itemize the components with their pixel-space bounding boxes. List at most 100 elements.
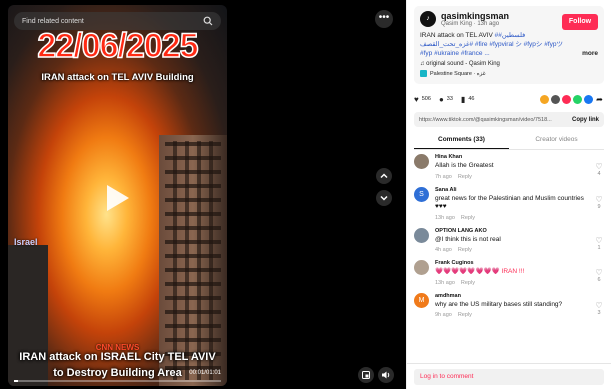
stats-row: ♥ 506 ● 33 ▮ 46 ➦ <box>414 94 604 104</box>
video-description: IRAN attack on TEL AVIV #فلسطين# غزه_تحت… <box>420 31 598 58</box>
pip-icon <box>362 371 370 379</box>
comment-body: Frank Cuginos 💗💗💗💗💗💗💗💗 IRAN !!! 13h ago R… <box>435 260 604 286</box>
mute-button[interactable] <box>378 367 394 383</box>
comment-item: S Sana Ali great news for the Palestinia… <box>414 186 604 221</box>
comment-stat[interactable]: ● 33 <box>439 95 453 104</box>
date-overlay: 22/06/2025 <box>37 26 200 66</box>
comment-body: Sana Ali great news for the Palestinian … <box>435 187 604 221</box>
tab-comments[interactable]: Comments (33) <box>414 133 509 149</box>
sound-label: original sound - Qasim King <box>426 61 500 67</box>
comment-like-button[interactable]: ♡ 1 <box>594 236 604 251</box>
share-arrow-icon[interactable]: ➦ <box>595 94 604 104</box>
comment-item: OPTION LANG AKO @I think this is not rea… <box>414 227 604 254</box>
progress-bar[interactable] <box>14 380 221 382</box>
headline-overlay: IRAN attack on TEL AVIV Building <box>41 72 194 83</box>
avatar[interactable]: M <box>414 292 429 308</box>
embed-share-icon[interactable] <box>540 94 549 104</box>
comment-text: Allah is the Greatest <box>435 162 494 169</box>
next-video-button[interactable] <box>376 190 392 206</box>
share-icons: ➦ <box>538 94 604 104</box>
reply-button[interactable]: Reply <box>461 280 475 286</box>
avatar[interactable] <box>414 260 429 275</box>
comment-like-button[interactable]: ♡ 3 <box>594 301 604 316</box>
friends-share-icon[interactable] <box>551 94 560 104</box>
comment-text: why are the US military bases still stan… <box>435 300 563 308</box>
comment-meta: 4h ago Reply <box>435 247 588 253</box>
comment-meta: 7h ago Reply <box>435 174 588 180</box>
comment-time: 7h ago <box>435 173 452 180</box>
comment-time: 9h ago <box>435 312 452 318</box>
avatar[interactable] <box>414 227 429 243</box>
sound-row[interactable]: ♫ original sound - Qasim King <box>420 61 598 67</box>
avatar[interactable] <box>414 154 429 169</box>
heart-outline-icon: ♡ <box>595 194 603 204</box>
comment-meta: 9h ago Reply <box>435 312 588 318</box>
volume-icon <box>382 371 390 379</box>
reply-button[interactable]: Reply <box>458 174 472 180</box>
comment-body: OPTION LANG AKO @I think this is not rea… <box>435 228 604 254</box>
author-info: qasimkingsman Qasim King · 13h ago <box>441 11 509 27</box>
like-stat[interactable]: ♥ 506 <box>414 95 431 104</box>
comment-user[interactable]: Frank Cuginos <box>435 260 588 266</box>
tiktok-video-page: Find related content 22/06/2025 IRAN att… <box>0 0 611 389</box>
comment-user[interactable]: amdhman <box>435 293 588 299</box>
more-options-button[interactable]: ••• <box>375 10 393 28</box>
comment-icon: ● <box>438 94 444 104</box>
author-meta: Qasim King · 13h ago <box>441 21 500 27</box>
avatar[interactable]: ♪ <box>420 11 436 27</box>
heart-outline-icon: ♡ <box>595 268 603 277</box>
video-url: https://www.tiktok.com/@qasimkingsman/vi… <box>419 116 552 123</box>
avatar[interactable]: S <box>414 186 429 202</box>
comment-time: 4h ago <box>435 247 452 253</box>
copy-link-button[interactable]: Copy link <box>572 117 599 123</box>
link-box: https://www.tiktok.com/@qasimkingsman/vi… <box>414 112 604 127</box>
picture-in-picture-button[interactable] <box>358 367 374 383</box>
comment-text: 💗💗💗💗💗💗💗💗 IRAN !!! <box>435 268 525 275</box>
comment-time: 13h ago <box>435 279 455 286</box>
comment-user[interactable]: Sana Ali <box>435 187 588 193</box>
send-share-icon[interactable] <box>562 94 571 104</box>
place-row[interactable]: Palestine Square · غزه <box>420 70 598 77</box>
comment-count: 33 <box>446 96 453 102</box>
reply-button[interactable]: Reply <box>458 247 472 253</box>
play-icon[interactable] <box>107 185 129 211</box>
caption-line1: IRAN attack on ISRAEL City TEL AVIV <box>19 351 216 363</box>
like-count: 506 <box>421 96 431 102</box>
comment-like-count: 4 <box>597 171 601 177</box>
comment-body: Hina Khan Allah is the Greatest 7h ago Re… <box>435 154 604 180</box>
comment-user[interactable]: OPTION LANG AKO <box>435 228 588 234</box>
description-text: IRAN attack on TEL AVIV <box>420 32 493 39</box>
heart-icon: ♥ <box>414 94 419 104</box>
related-search-placeholder: Find related content <box>22 17 84 25</box>
chevron-down-icon <box>380 195 388 201</box>
whatsapp-share-icon[interactable] <box>573 94 582 104</box>
follow-button[interactable]: Follow <box>562 14 598 30</box>
comment-like-button[interactable]: ♡ 9 <box>594 195 604 210</box>
video-pane: Find related content 22/06/2025 IRAN att… <box>0 0 406 389</box>
reply-button[interactable]: Reply <box>458 312 472 318</box>
tab-creator-videos[interactable]: Creator videos <box>509 133 604 149</box>
place-label: Palestine Square · غزه <box>430 70 486 77</box>
heart-outline-icon: ♡ <box>595 300 603 310</box>
more-button[interactable]: more <box>582 49 598 58</box>
location-icon <box>420 70 427 77</box>
save-count: 46 <box>468 96 475 102</box>
previous-video-button[interactable] <box>376 168 392 184</box>
israel-tag: Israel <box>14 237 38 247</box>
author-username[interactable]: qasimkingsman <box>441 11 509 21</box>
timecode: 00:01/01:01 <box>189 370 221 376</box>
video-player[interactable]: Find related content 22/06/2025 IRAN att… <box>8 5 227 386</box>
comment-user[interactable]: Hina Khan <box>435 154 588 160</box>
save-stat[interactable]: ▮ 46 <box>461 95 475 104</box>
login-bar: Log in to comment <box>407 363 611 389</box>
facebook-share-icon[interactable] <box>584 94 593 104</box>
comment-meta: 13h ago Reply <box>435 215 588 221</box>
comment-like-button[interactable]: ♡ 4 <box>594 162 604 177</box>
author-card: ♪ qasimkingsman Qasim King · 13h ago Fol… <box>414 6 604 84</box>
comment-like-button[interactable]: ♡ 6 <box>594 268 604 283</box>
comments-list: Hina Khan Allah is the Greatest 7h ago Re… <box>414 154 604 357</box>
reply-button[interactable]: Reply <box>461 215 475 221</box>
progress-fill <box>14 380 19 382</box>
heart-outline-icon: ♡ <box>595 162 603 171</box>
login-to-comment-button[interactable]: Log in to comment <box>414 369 604 385</box>
